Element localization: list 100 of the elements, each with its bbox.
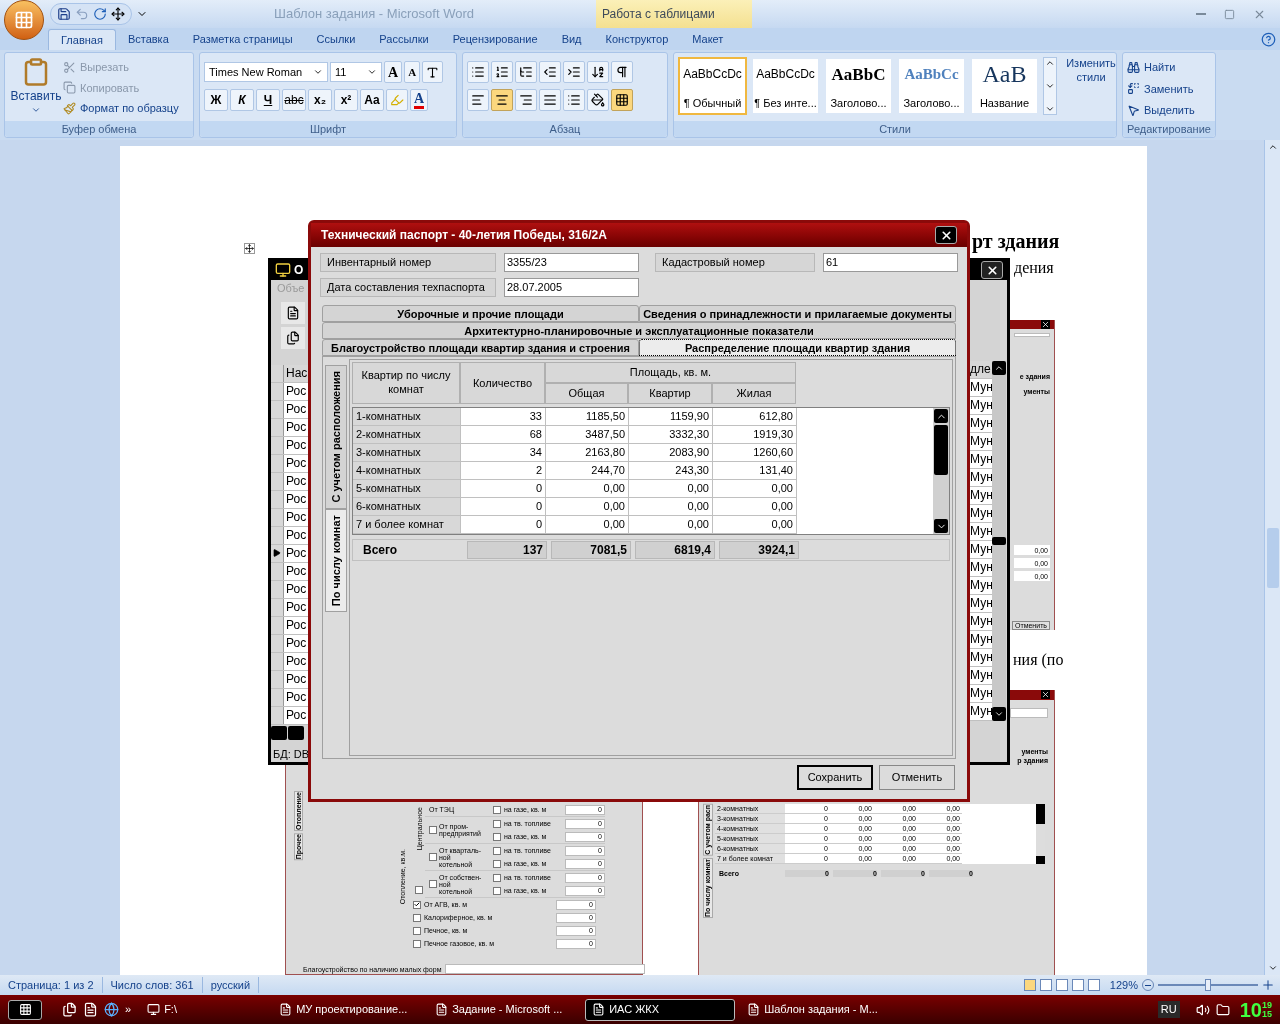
- checkbox[interactable]: [493, 805, 501, 814]
- view-button[interactable]: [1039, 979, 1052, 991]
- scrollbar[interactable]: [992, 360, 1006, 721]
- scroll-thumb[interactable]: [288, 725, 304, 740]
- tab[interactable]: Распределение площади квартир здания: [639, 339, 956, 356]
- checkbox[interactable]: [493, 873, 501, 882]
- scrollbar[interactable]: [933, 408, 949, 534]
- checkbox[interactable]: [493, 859, 501, 868]
- taskbar-item[interactable]: МУ проектирование...: [273, 998, 424, 1021]
- grow-font-button[interactable]: A: [384, 61, 403, 83]
- scroll-left-button[interactable]: [271, 725, 287, 740]
- keyboard-layout[interactable]: RU: [1157, 1001, 1180, 1018]
- format-button[interactable]: Ж: [204, 89, 228, 111]
- format-button[interactable]: x²: [334, 89, 358, 111]
- ribbon-tab[interactable]: Конструктор: [593, 29, 681, 50]
- page-count[interactable]: Страница: 1 из 2: [0, 976, 103, 994]
- ribbon-tab[interactable]: Главная: [48, 29, 116, 50]
- vertical-scrollbar[interactable]: [1264, 140, 1280, 975]
- style-tile[interactable]: AaBbCc Заголово...: [897, 57, 966, 115]
- view-button[interactable]: [1087, 979, 1100, 991]
- copy-toolbar-button[interactable]: [281, 326, 305, 349]
- taskbar-item[interactable]: ИАС ЖКХ: [585, 998, 736, 1021]
- ribbon-tab[interactable]: Макет: [680, 29, 736, 50]
- bullets-button[interactable]: [467, 61, 489, 83]
- zoom-slider[interactable]: [1158, 979, 1258, 991]
- font-size-field[interactable]: 11: [330, 62, 382, 82]
- format-painter-button[interactable]: Формат по образцу: [63, 100, 179, 117]
- new-toolbar-button[interactable]: [281, 301, 305, 324]
- multilevel-button[interactable]: [515, 61, 537, 83]
- format-button[interactable]: abc: [282, 89, 306, 111]
- checkbox[interactable]: [413, 913, 421, 922]
- ribbon-tab[interactable]: Рецензирование: [440, 29, 550, 50]
- tab[interactable]: Сведения о принадлежности и прилагаемые документы: [639, 305, 956, 322]
- zoom-level[interactable]: 129%: [1109, 976, 1138, 994]
- outdent-button[interactable]: [539, 61, 561, 83]
- taskbar-item[interactable]: F:\: [147, 1001, 268, 1018]
- text-field[interactable]: 61: [823, 253, 958, 272]
- checkbox[interactable]: [493, 846, 501, 855]
- taskbar-item[interactable]: Задание - Microsoft ...: [429, 998, 580, 1021]
- shading-button[interactable]: [587, 89, 609, 111]
- numbering-button[interactable]: [491, 61, 513, 83]
- find-button[interactable]: Найти: [1127, 59, 1195, 76]
- checkbox[interactable]: [413, 926, 421, 935]
- font-name-field[interactable]: Times New Roman: [204, 62, 328, 82]
- ribbon-tab[interactable]: Рассылки: [367, 29, 441, 50]
- tab[interactable]: Благоустройство площади квартир здания и строения: [322, 339, 639, 356]
- change-styles-button[interactable]: Изменить стили: [1061, 57, 1121, 85]
- checkbox[interactable]: [493, 819, 501, 828]
- gallery-scrollbar[interactable]: [1043, 57, 1057, 115]
- ribbon-tab[interactable]: Вставка: [115, 29, 181, 50]
- style-tile[interactable]: AaBbCcDc ¶ Без инте...: [751, 57, 820, 115]
- checkbox[interactable]: [413, 939, 421, 948]
- checkbox[interactable]: [429, 853, 437, 861]
- start-button[interactable]: [8, 999, 42, 1020]
- format-button[interactable]: Aa: [360, 89, 384, 111]
- clear-format-button[interactable]: [422, 61, 444, 83]
- shrink-font-button[interactable]: A: [404, 61, 421, 83]
- font-color-button[interactable]: A: [410, 89, 429, 111]
- close-button[interactable]: [981, 261, 1003, 280]
- dialog-button[interactable]: Отменить: [879, 765, 955, 790]
- indent-button[interactable]: [563, 61, 585, 83]
- checkbox[interactable]: [493, 886, 501, 895]
- tab[interactable]: Архитектурно-планировочные и эксплуатационные показатели: [322, 322, 956, 339]
- close-button[interactable]: [935, 226, 957, 244]
- checkbox[interactable]: [429, 826, 437, 834]
- format-button[interactable]: x₂: [308, 89, 332, 111]
- zoom-thumb[interactable]: [1205, 979, 1211, 991]
- view-button[interactable]: [1023, 979, 1036, 991]
- format-button[interactable]: К: [230, 89, 254, 111]
- checkbox[interactable]: [429, 880, 437, 888]
- text-field[interactable]: 3355/23: [504, 253, 639, 272]
- view-button[interactable]: [1055, 979, 1068, 991]
- replace-button[interactable]: Заменить: [1127, 80, 1195, 97]
- office-button[interactable]: [4, 0, 44, 40]
- view-button[interactable]: [1071, 979, 1084, 991]
- language-indicator[interactable]: русский: [202, 976, 260, 994]
- word-count[interactable]: Число слов: 361: [102, 976, 203, 994]
- style-tile[interactable]: AaBbC Заголово...: [824, 57, 893, 115]
- more-quick-launch[interactable]: »: [125, 1001, 132, 1018]
- ribbon-tab[interactable]: Ссылки: [304, 29, 368, 50]
- style-tile[interactable]: AaBbCcDc ¶ Обычный: [678, 57, 747, 115]
- checkbox[interactable]: [413, 900, 421, 909]
- ribbon-tab[interactable]: Разметка страницы: [180, 29, 305, 50]
- style-tile[interactable]: AaB Название: [970, 57, 1039, 115]
- taskbar-item[interactable]: Шаблон задания - М...: [741, 998, 892, 1021]
- checkbox[interactable]: [493, 832, 501, 841]
- side-tab[interactable]: По числу комнат: [325, 508, 347, 612]
- tab[interactable]: Уборочные и прочие площади: [322, 305, 639, 322]
- show-marks-button[interactable]: [611, 61, 633, 83]
- side-tab[interactable]: С учетом расположения: [325, 365, 347, 509]
- paste-button[interactable]: Вставить: [9, 57, 63, 121]
- checkbox[interactable]: [415, 886, 423, 894]
- select-button[interactable]: Выделить: [1127, 102, 1195, 119]
- line-spacing-button[interactable]: [563, 89, 585, 111]
- ribbon-tab[interactable]: Вид: [549, 29, 594, 50]
- text-field[interactable]: 28.07.2005: [504, 278, 639, 297]
- format-button[interactable]: Ч: [256, 89, 280, 111]
- dialog-button[interactable]: Сохранить: [797, 765, 873, 790]
- sort-button[interactable]: [587, 61, 609, 83]
- borders-button[interactable]: [611, 89, 633, 111]
